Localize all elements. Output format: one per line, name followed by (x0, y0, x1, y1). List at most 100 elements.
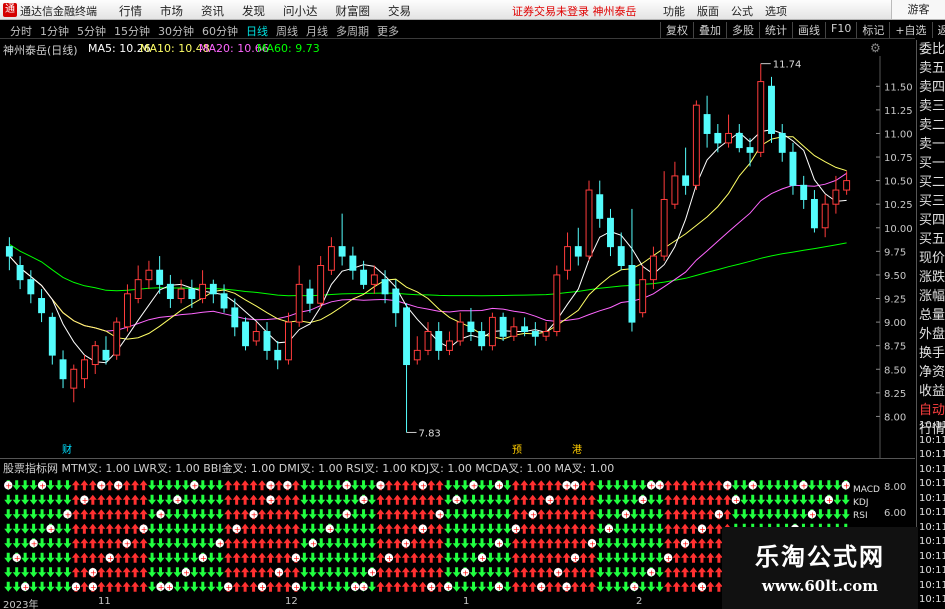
signal-up-arrow (131, 509, 140, 520)
signal-up-arrow (554, 494, 563, 505)
signal-down-arrow (148, 480, 157, 491)
signal-down-arrow (21, 480, 30, 491)
signal-down-arrow (461, 480, 470, 491)
signal-up-arrow (291, 523, 300, 534)
signal-down-arrow (444, 494, 453, 505)
candle-up (91, 345, 99, 366)
signal-down-arrow (21, 509, 30, 520)
signal-up-arrow (114, 581, 123, 592)
signal-down-arrow (38, 552, 47, 563)
signal-up-arrow (258, 509, 267, 520)
indicator-title[interactable]: 股票指标网 MTM叉: 1.00 LWR叉: 1.00 BBI金叉: 1.00 … (3, 460, 614, 476)
signal-down-arrow (841, 509, 850, 520)
signal-down-arrow (452, 567, 461, 578)
signal-down-arrow (156, 494, 165, 505)
signal-down-arrow (156, 552, 165, 563)
signal-dot-plus: + (276, 568, 283, 577)
candle-down (102, 349, 110, 361)
signal-dot-plus: + (175, 496, 182, 505)
signal-up-arrow (562, 538, 571, 549)
signal-down-arrow (604, 494, 613, 505)
kline-chart[interactable]: 11.50 11.25 11.00 10.75 10.50 10.25 10.00 9.75 9… (0, 0, 916, 609)
signal-down-arrow (469, 581, 478, 592)
signal-up-arrow (714, 480, 723, 491)
back-button[interactable]: 返回 (931, 22, 945, 38)
stock-name[interactable]: 神州泰岳(日线) (3, 42, 78, 58)
signal-up-arrow (697, 509, 706, 520)
signal-down-arrow (452, 509, 461, 520)
signal-down-arrow (215, 552, 224, 563)
signal-down-arrow (469, 552, 478, 563)
signal-down-arrow (486, 567, 495, 578)
signal-up-arrow (283, 494, 292, 505)
signal-down-arrow (317, 480, 326, 491)
signal-up-arrow (105, 538, 114, 549)
price-tick-label: 10.50 (884, 177, 913, 188)
signal-down-arrow (351, 567, 360, 578)
signal-down-arrow (791, 509, 800, 520)
settings-gear-icon[interactable]: ⚙ (870, 41, 881, 55)
signal-up-arrow (562, 552, 571, 563)
signal-up-arrow (401, 494, 410, 505)
signal-down-arrow (38, 509, 47, 520)
signal-up-arrow (410, 480, 419, 491)
signal-dot-plus: + (268, 496, 275, 505)
signal-down-arrow (604, 552, 613, 563)
signal-up-arrow (410, 523, 419, 534)
candle-up (843, 180, 851, 191)
signal-down-arrow (38, 523, 47, 534)
signal-down-arrow (833, 494, 842, 505)
signal-up-arrow (80, 480, 89, 491)
signal-up-arrow (376, 538, 385, 549)
signal-down-arrow (782, 509, 791, 520)
signal-down-arrow (342, 552, 351, 563)
signal-down-arrow (317, 509, 326, 520)
signal-up-arrow (249, 480, 258, 491)
signal-dot-plus: + (344, 481, 351, 490)
signal-up-arrow (664, 523, 673, 534)
signal-up-arrow (274, 581, 283, 592)
candle-up (553, 274, 561, 333)
signal-up-arrow (401, 509, 410, 520)
signal-up-arrow (274, 509, 283, 520)
signal-down-arrow (198, 523, 207, 534)
info-row-label: 买四 (919, 213, 945, 228)
signal-up-arrow (131, 567, 140, 578)
signal-down-arrow (173, 480, 182, 491)
signal-up-arrow (139, 567, 148, 578)
signal-up-arrow (241, 567, 250, 578)
candle-up (488, 316, 496, 347)
signal-down-arrow (841, 494, 850, 505)
signal-dot-plus: + (725, 481, 732, 490)
signal-dot-plus: + (90, 568, 97, 577)
signal-up-arrow (571, 567, 580, 578)
signal-up-arrow (528, 581, 537, 592)
signal-dot-plus: + (564, 481, 571, 490)
signal-down-arrow (308, 494, 317, 505)
signal-down-arrow (300, 581, 309, 592)
signal-down-arrow (621, 480, 630, 491)
signal-dot-plus: + (352, 583, 359, 592)
signal-up-arrow (376, 581, 385, 592)
signal-up-arrow (274, 538, 283, 549)
signal-up-arrow (537, 494, 546, 505)
signal-up-arrow (587, 581, 596, 592)
signal-up-arrow (562, 567, 571, 578)
signal-down-arrow (207, 538, 216, 549)
candle-down (59, 359, 67, 380)
signal-down-arrow (613, 552, 622, 563)
candle-down (435, 331, 443, 351)
signal-dot-plus: + (665, 554, 672, 563)
signal-down-arrow (207, 480, 216, 491)
signal-up-arrow (139, 538, 148, 549)
signal-down-arrow (342, 567, 351, 578)
signal-down-arrow (156, 523, 165, 534)
signal-dot-plus: + (39, 481, 46, 490)
signal-up-arrow (706, 523, 715, 534)
signal-up-arrow (71, 480, 80, 491)
signal-up-arrow (232, 494, 241, 505)
candle-down (778, 132, 786, 153)
signal-down-arrow (469, 523, 478, 534)
signal-down-arrow (300, 480, 309, 491)
signal-down-arrow (494, 523, 503, 534)
